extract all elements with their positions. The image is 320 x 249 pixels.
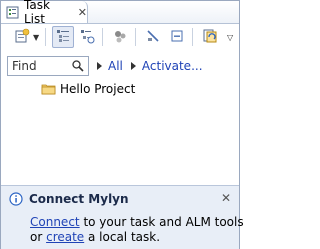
filter-bar: All Activate... (1, 55, 239, 77)
toolbar-divider (135, 28, 136, 46)
categorized-icon (55, 28, 71, 47)
collapse-all-icon (169, 28, 185, 47)
activate-link[interactable]: Activate... (142, 59, 203, 73)
all-link[interactable]: All (108, 59, 123, 73)
close-icon[interactable]: ✕ (78, 7, 87, 18)
scheduled-view-button[interactable] (76, 26, 98, 48)
list-item[interactable]: Hello Project (41, 81, 135, 97)
toolbar-divider (102, 28, 103, 46)
create-link[interactable]: create (46, 230, 84, 244)
task-list-view: Task List ✕ ▼ ▽ Find All Activate... Hel… (0, 0, 244, 249)
hide-completed-button[interactable] (142, 26, 164, 48)
connect-header: Connect Mylyn (9, 192, 129, 206)
chevron-down-icon[interactable]: ▼ (33, 33, 41, 42)
connect-link[interactable]: Connect (30, 215, 80, 229)
close-icon[interactable]: ✕ (221, 191, 231, 205)
synchronize-icon (202, 28, 218, 47)
connect-mylyn-box: Connect Mylyn ✕ Connect to your task and… (1, 185, 244, 249)
hide-completed-icon (145, 28, 161, 47)
categorized-view-button[interactable] (52, 26, 74, 48)
new-task-icon (14, 28, 30, 47)
new-task-button[interactable] (11, 26, 33, 48)
find-input[interactable] (8, 59, 72, 73)
or-text: or (30, 230, 47, 244)
chevron-right-icon (130, 62, 136, 70)
chevron-right-icon (97, 62, 102, 70)
collapse-all-button[interactable] (166, 26, 188, 48)
connect-message-line2: or create a local task. (30, 230, 160, 244)
scheduled-icon (79, 28, 95, 47)
toolbar-divider (192, 28, 193, 46)
connect-message-line1: Connect to your task and ALM tools (30, 215, 244, 229)
search-icon[interactable] (71, 59, 85, 73)
focus-workweek-button[interactable] (109, 26, 131, 48)
find-field[interactable] (7, 56, 89, 76)
connect-mylyn-panel: Connect Mylyn ✕ Connect to your task and… (1, 185, 244, 249)
synchronize-button[interactable] (199, 26, 221, 48)
info-icon (9, 192, 23, 206)
create-text: a local task. (84, 230, 161, 244)
task-label: Hello Project (60, 82, 136, 96)
connect-title: Connect Mylyn (29, 192, 129, 206)
task-list-icon (6, 6, 19, 19)
view-tab-strip: Task List ✕ (1, 0, 239, 26)
folder-icon (41, 83, 56, 95)
tab-title: Task List (24, 0, 50, 26)
toolbar-divider (45, 28, 46, 46)
connect-text: to your task and ALM tools (79, 215, 244, 229)
tab-task-list[interactable]: Task List ✕ (1, 0, 88, 26)
view-toolbar: ▼ ▽ (1, 24, 239, 50)
chevron-down-icon[interactable]: ▽ (227, 33, 235, 42)
focus-icon (112, 28, 128, 47)
